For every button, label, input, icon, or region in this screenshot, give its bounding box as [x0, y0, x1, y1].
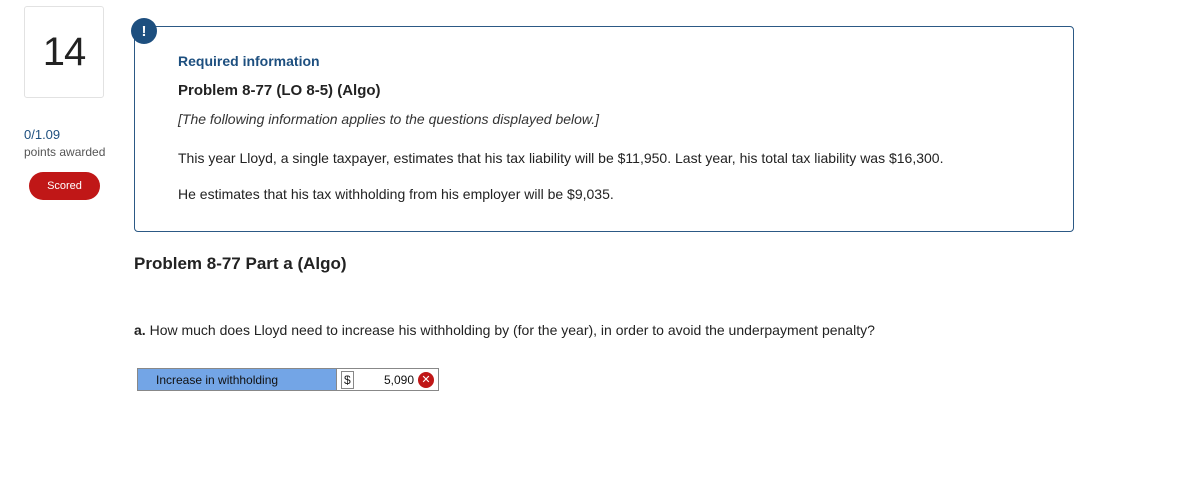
- question-text: a. How much does Lloyd need to increase …: [134, 322, 875, 338]
- required-information-panel: Required information Problem 8-77 (LO 8-…: [134, 26, 1074, 232]
- answer-input[interactable]: 5,090: [360, 373, 418, 387]
- answer-label: Increase in withholding: [138, 369, 337, 390]
- info-note: [The following information applies to th…: [178, 111, 600, 127]
- required-information-title: Required information: [178, 53, 320, 69]
- score-value: 0/1.09: [24, 127, 61, 142]
- points-awarded-label: points awarded: [24, 145, 106, 159]
- currency-symbol: $: [341, 370, 354, 389]
- question-prefix: a.: [134, 322, 146, 338]
- x-circle-icon: ✕: [418, 371, 434, 388]
- answer-input-cell[interactable]: $ 5,090 ✕: [337, 369, 438, 390]
- question-number: 14: [42, 29, 86, 74]
- answer-row: Increase in withholding $ 5,090 ✕: [137, 368, 439, 391]
- problem-title: Problem 8-77 (LO 8-5) (Algo): [178, 82, 381, 99]
- exclamation-icon: !: [131, 18, 157, 44]
- question-body: How much does Lloyd need to increase his…: [145, 322, 875, 338]
- question-number-box: 14: [24, 6, 104, 98]
- scored-badge: Scored: [29, 172, 100, 200]
- info-line-2: He estimates that his tax withholding fr…: [178, 186, 614, 202]
- info-line-1: This year Lloyd, a single taxpayer, esti…: [178, 150, 944, 166]
- part-title: Problem 8-77 Part a (Algo): [134, 254, 347, 273]
